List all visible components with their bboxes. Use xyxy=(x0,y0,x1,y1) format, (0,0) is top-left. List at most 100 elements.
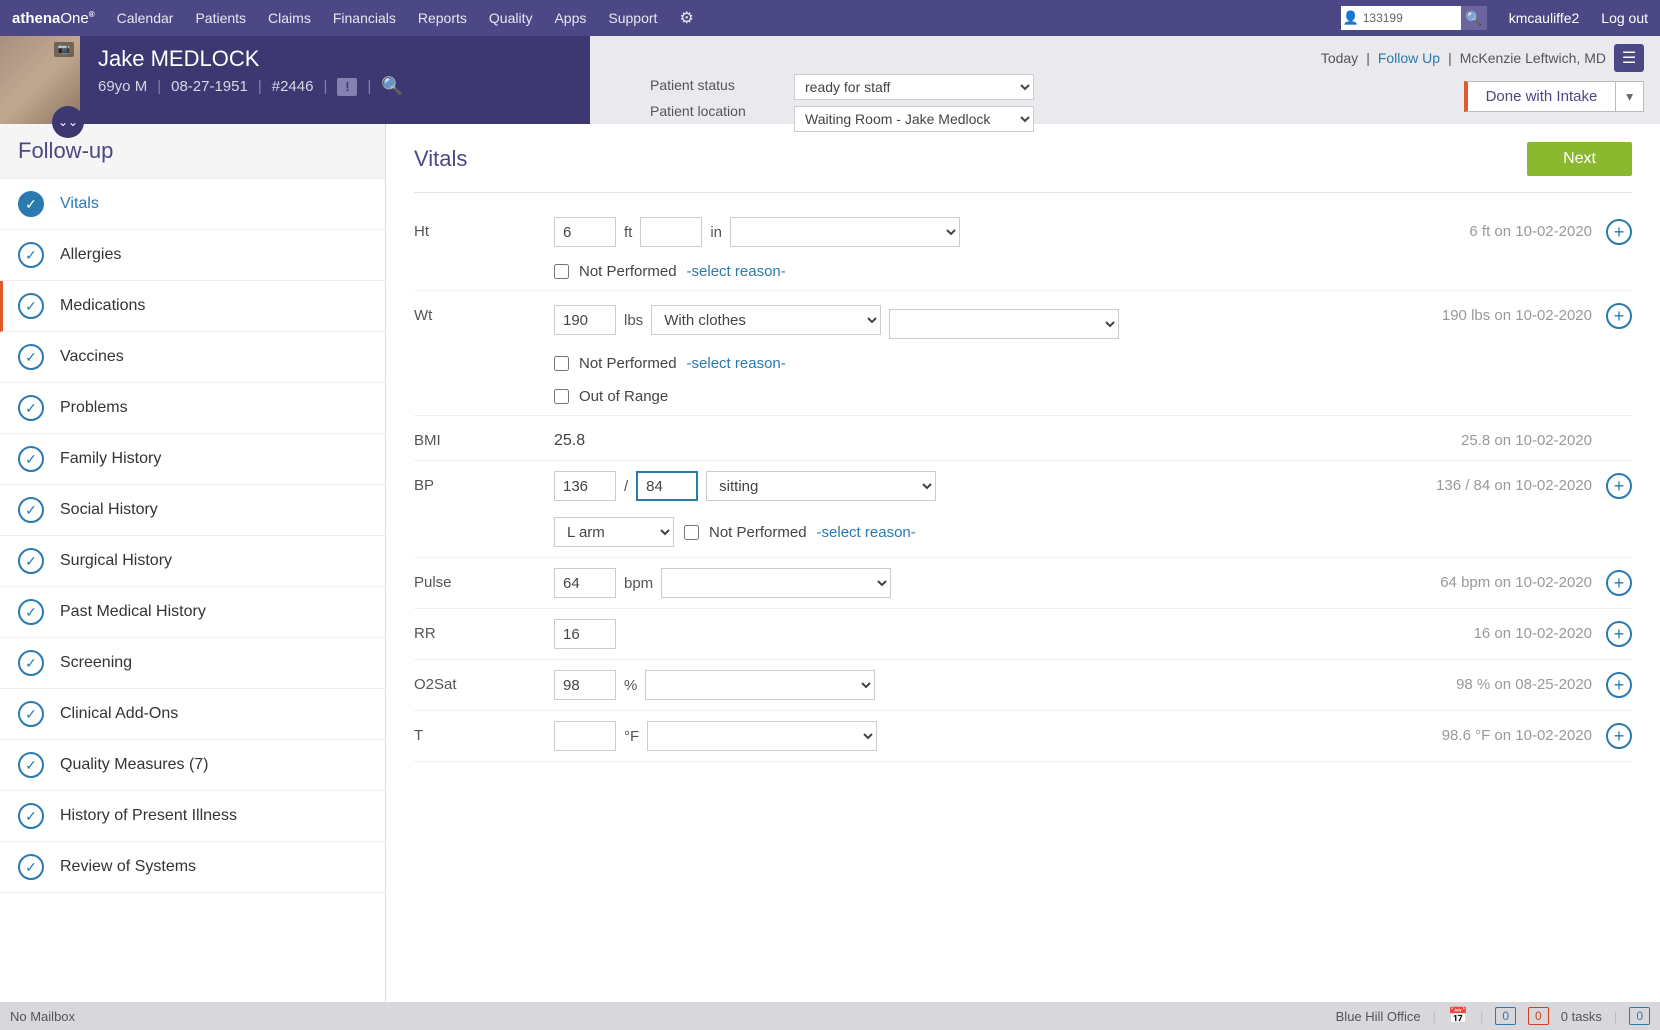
nav-quality[interactable]: Quality xyxy=(489,10,533,26)
o2-add-button[interactable]: + xyxy=(1606,672,1632,698)
username[interactable]: kmcauliffe2 xyxy=(1509,10,1580,26)
patient-status-select[interactable]: ready for staff xyxy=(794,74,1034,100)
check-icon: ✓ xyxy=(18,650,44,676)
nav-claims[interactable]: Claims xyxy=(268,10,311,26)
pulse-add-button[interactable]: + xyxy=(1606,570,1632,596)
sidebar-item-vaccines[interactable]: ✓Vaccines xyxy=(0,332,385,383)
global-search: 👤 🔍 xyxy=(1325,6,1487,30)
bp-site-select[interactable]: L arm xyxy=(554,517,674,547)
bp-position-select[interactable]: sitting xyxy=(706,471,936,501)
ht-in-input[interactable] xyxy=(640,217,702,247)
nav-support[interactable]: Support xyxy=(608,10,657,26)
settings-gear-icon[interactable]: ⚙ xyxy=(679,8,693,28)
temp-add-button[interactable]: + xyxy=(1606,723,1632,749)
rr-input[interactable] xyxy=(554,619,616,649)
badge-blue-2[interactable]: 0 xyxy=(1629,1007,1650,1025)
ht-ft-unit: ft xyxy=(624,224,632,241)
location-label: Patient location xyxy=(650,103,780,119)
office-name[interactable]: Blue Hill Office xyxy=(1336,1009,1421,1024)
badge-blue-1[interactable]: 0 xyxy=(1495,1007,1516,1025)
wt-out-of-range-checkbox[interactable] xyxy=(554,389,569,404)
wt-input[interactable] xyxy=(554,305,616,335)
rr-add-button[interactable]: + xyxy=(1606,621,1632,647)
menu-icon[interactable]: ☰ xyxy=(1614,44,1644,72)
vital-row-rr: RR 16 on 10-02-2020 + xyxy=(414,609,1632,660)
temp-context-select[interactable] xyxy=(647,721,877,751)
sidebar-item-label: Screening xyxy=(60,654,132,672)
sidebar-item-screening[interactable]: ✓ Screening xyxy=(0,638,385,689)
bp-previous: 136 / 84 on 10-02-2020 xyxy=(1312,471,1592,494)
patient-search-icon[interactable]: 🔍 xyxy=(381,76,403,97)
done-dropdown-caret[interactable]: ▾ xyxy=(1616,81,1644,112)
sidebar-item-problems[interactable]: ✓Problems xyxy=(0,383,385,434)
wt-add-button[interactable]: + xyxy=(1606,303,1632,329)
sidebar-item-clinical-add-ons[interactable]: ✓Clinical Add-Ons xyxy=(0,689,385,740)
sidebar-item-surgical-history[interactable]: ✓Surgical History xyxy=(0,536,385,587)
sidebar-item-label: Vitals xyxy=(60,195,99,213)
pulse-input[interactable] xyxy=(554,568,616,598)
sidebar-item-allergies[interactable]: ✓Allergies xyxy=(0,230,385,281)
global-search-input[interactable] xyxy=(1341,6,1461,30)
o2-input[interactable] xyxy=(554,670,616,700)
sidebar-item-social-history[interactable]: ✓Social History xyxy=(0,485,385,536)
sidebar-item-quality-measures-7-[interactable]: ✓Quality Measures (7) xyxy=(0,740,385,791)
bp-select-reason-link[interactable]: -select reason- xyxy=(817,524,916,541)
patient-photo[interactable]: 📷 ⌄⌄ xyxy=(0,36,80,124)
check-icon: ✓ xyxy=(18,548,44,574)
section-sidebar: Follow-up ✓Vitals✓Allergies✓Medications✓… xyxy=(0,124,386,1002)
nav-apps[interactable]: Apps xyxy=(554,10,586,26)
content-panel: Vitals Next Ht ft in Not Performed -sele… xyxy=(386,124,1660,1002)
wt-context-select[interactable]: With clothes xyxy=(651,305,881,335)
check-icon: ✓ xyxy=(18,293,44,319)
wt-unit: lbs xyxy=(624,312,643,329)
bp-add-button[interactable]: + xyxy=(1606,473,1632,499)
badge-red[interactable]: 0 xyxy=(1528,1007,1549,1025)
bp-diastolic-input[interactable] xyxy=(636,471,698,501)
context-type[interactable]: Follow Up xyxy=(1378,50,1440,66)
sidebar-item-label: Medications xyxy=(60,297,145,315)
check-icon: ✓ xyxy=(18,191,44,217)
ht-ft-input[interactable] xyxy=(554,217,616,247)
temp-previous: 98.6 °F on 10-02-2020 xyxy=(1312,721,1592,744)
patient-location-select[interactable]: Waiting Room - Jake Medlock xyxy=(794,106,1034,132)
tasks-count[interactable]: 0 tasks xyxy=(1561,1009,1602,1024)
ht-select-reason-link[interactable]: -select reason- xyxy=(687,263,786,280)
alert-icon[interactable]: ! xyxy=(337,78,357,96)
done-with-intake-button[interactable]: Done with Intake xyxy=(1464,81,1617,112)
check-icon: ✓ xyxy=(18,701,44,727)
temp-input[interactable] xyxy=(554,721,616,751)
nav-reports[interactable]: Reports xyxy=(418,10,467,26)
wt-select-reason-link[interactable]: -select reason- xyxy=(687,355,786,372)
ht-not-performed-checkbox[interactable] xyxy=(554,264,569,279)
global-search-button[interactable]: 🔍 xyxy=(1461,6,1487,30)
check-icon: ✓ xyxy=(18,752,44,778)
check-icon: ✓ xyxy=(18,446,44,472)
o2-previous: 98 % on 08-25-2020 xyxy=(1312,670,1592,693)
bp-not-performed-checkbox[interactable] xyxy=(684,525,699,540)
bp-systolic-input[interactable] xyxy=(554,471,616,501)
calendar-icon[interactable]: 📅 xyxy=(1448,1006,1468,1026)
pulse-context-select[interactable] xyxy=(661,568,891,598)
sidebar-item-vitals[interactable]: ✓ Vitals xyxy=(0,179,385,230)
vital-row-bp: BP / sitting L arm Not Performed -select… xyxy=(414,461,1632,558)
ht-context-select[interactable] xyxy=(730,217,960,247)
wt-extra-select[interactable] xyxy=(889,309,1119,339)
vital-row-temp: T °F 98.6 °F on 10-02-2020 + xyxy=(414,711,1632,762)
mailbox-status: No Mailbox xyxy=(10,1009,75,1024)
sidebar-item-history-of-present-illness[interactable]: ✓History of Present Illness xyxy=(0,791,385,842)
sidebar-item-medications[interactable]: ✓ Medications xyxy=(0,281,385,332)
sidebar-item-family-history[interactable]: ✓Family History xyxy=(0,434,385,485)
wt-not-performed-checkbox[interactable] xyxy=(554,356,569,371)
nav-financials[interactable]: Financials xyxy=(333,10,396,26)
sidebar-item-past-medical-history[interactable]: ✓Past Medical History xyxy=(0,587,385,638)
expand-chevron-icon[interactable]: ⌄⌄ xyxy=(52,106,84,138)
o2-context-select[interactable] xyxy=(645,670,875,700)
temp-label: T xyxy=(414,721,554,744)
nav-calendar[interactable]: Calendar xyxy=(117,10,174,26)
sidebar-item-review-of-systems[interactable]: ✓Review of Systems xyxy=(0,842,385,893)
logout-link[interactable]: Log out xyxy=(1601,10,1648,26)
nav-patients[interactable]: Patients xyxy=(195,10,246,26)
camera-icon[interactable]: 📷 xyxy=(54,42,74,57)
next-button[interactable]: Next xyxy=(1527,142,1632,176)
ht-add-button[interactable]: + xyxy=(1606,219,1632,245)
